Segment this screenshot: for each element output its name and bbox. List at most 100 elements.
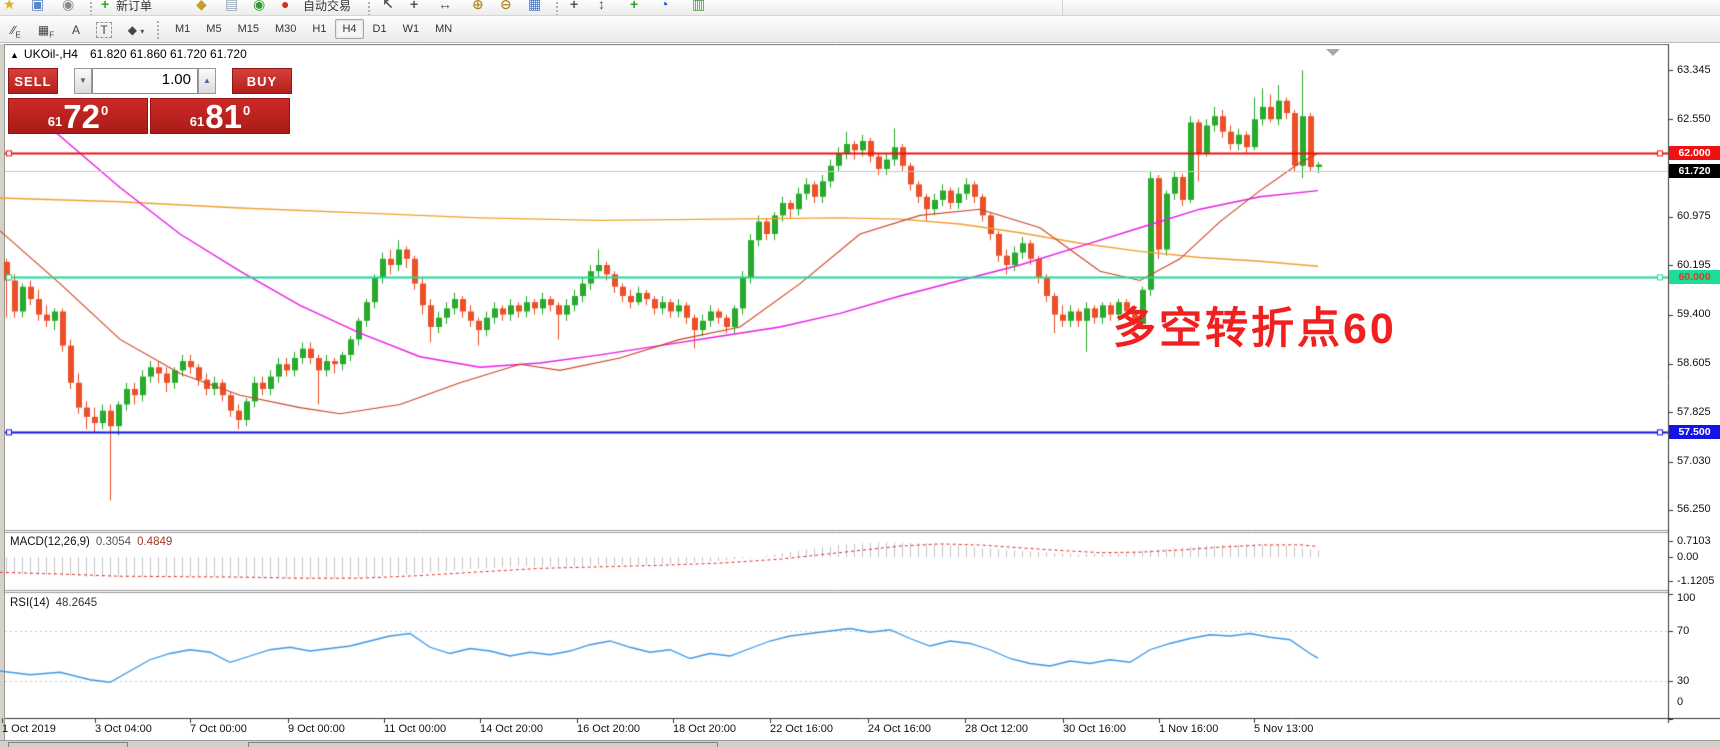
time-tick-label: 1 Oct 2019 [2, 723, 56, 735]
grid-f-tool-icon[interactable]: ▦F [34, 20, 58, 40]
clock-icon[interactable]: ◔ [660, 0, 668, 14]
price-tick: 56.250 [1677, 503, 1711, 515]
autotrading-label: 自动交易 [303, 0, 351, 14]
group-handle[interactable] [90, 2, 93, 16]
price-tick: 58.605 [1677, 357, 1711, 369]
tf-button-m1[interactable]: M1 [168, 19, 197, 39]
volume-down-button[interactable]: ▼ [74, 68, 92, 94]
rsi-value: 48.2645 [56, 597, 98, 609]
toolbar-timeframes: ∕∕E ▦F AT ◆ ▾ M1M5M15M30H1H4D1W1MN [0, 17, 1720, 43]
favorites-star-icon[interactable]: ★ [3, 0, 16, 14]
search-icon[interactable]: ◉ [62, 0, 74, 14]
rsi-tick: 0 [1677, 696, 1683, 708]
bottom-tab[interactable] [248, 742, 718, 747]
new-order-label: 新订单 [116, 0, 152, 14]
price-level-chip: 61.720 [1669, 164, 1720, 178]
shapes-tool-icon[interactable]: ◆ ▾ [124, 20, 148, 40]
chart-annotation-text: 多空转折点60 [1113, 294, 1397, 356]
buy-button[interactable]: BUY [232, 68, 292, 94]
time-tick-label: 30 Oct 16:00 [1063, 723, 1126, 735]
price-tick: 63.345 [1677, 64, 1711, 76]
time-tick-label: 3 Oct 04:00 [95, 723, 152, 735]
bottom-tab-strip [0, 740, 1720, 747]
price-tick: 57.825 [1677, 406, 1711, 418]
time-tick-label: 24 Oct 16:00 [868, 723, 931, 735]
price-tick: 60.195 [1677, 259, 1711, 271]
crosshair-icon[interactable]: + [410, 0, 418, 14]
tf-button-h1[interactable]: H1 [305, 19, 333, 39]
new-window-icon[interactable]: ▣ [31, 0, 44, 14]
tf-button-w1[interactable]: W1 [396, 19, 427, 39]
buy-price-big: 81 [205, 102, 242, 132]
macd-tick: 0.7103 [1677, 535, 1711, 547]
tf-button-m5[interactable]: M5 [199, 19, 228, 39]
sell-price-display[interactable]: 61 72 0 [8, 98, 148, 134]
label-a-tool-icon[interactable]: A [64, 20, 88, 40]
rsi-name: RSI(14) [10, 597, 50, 609]
rsi-tick: 100 [1677, 592, 1695, 604]
macd-value-main: 0.3054 [96, 536, 131, 548]
zoom-out-icon[interactable]: ⊖ [500, 0, 512, 14]
navigator-globe-icon[interactable]: ◉ [253, 0, 265, 14]
alerts-icon[interactable]: ● [281, 0, 289, 14]
time-tick-label: 11 Oct 00:00 [384, 723, 446, 735]
time-tick-label: 14 Oct 20:00 [480, 723, 543, 735]
crosshair-e-tool-icon[interactable]: ∕∕E [4, 20, 28, 40]
volume-input[interactable]: 1.00 [92, 68, 198, 94]
tf-button-m30[interactable]: M30 [268, 19, 303, 39]
toolbar-edge [1062, 0, 1063, 16]
tf-button-d1[interactable]: D1 [366, 19, 394, 39]
rsi-tick: 70 [1677, 625, 1689, 637]
rsi-tick: 30 [1677, 675, 1689, 687]
time-tick-label: 1 Nov 16:00 [1159, 723, 1218, 735]
hline-tool-icon[interactable]: + [570, 0, 578, 14]
collapse-triangle-icon[interactable]: ▲ [10, 50, 19, 60]
tile-windows-icon[interactable]: ▦ [528, 0, 541, 14]
time-tick-label: 5 Nov 13:00 [1254, 723, 1313, 735]
buy-price-display[interactable]: 61 81 0 [150, 98, 290, 134]
sell-price-prefix: 61 [48, 114, 62, 129]
time-tick-label: 9 Oct 00:00 [288, 723, 345, 735]
report-icon[interactable]: ▥ [692, 0, 705, 14]
macd-name: MACD(12,26,9) [10, 536, 90, 548]
chart-title-row: ▲UKOil-,H461.820 61.860 61.720 61.720 [10, 47, 247, 61]
macd-tick: -1.1205 [1677, 575, 1714, 587]
chart-ohlc-values: 61.820 61.860 61.720 61.720 [90, 47, 247, 61]
time-tick-label: 22 Oct 16:00 [770, 723, 833, 735]
macd-value-signal: 0.4849 [137, 536, 172, 548]
sell-button[interactable]: SELL [8, 68, 58, 94]
price-tick: 59.400 [1677, 308, 1711, 320]
group-handle[interactable] [556, 2, 559, 16]
sell-price-sup: 0 [101, 103, 108, 118]
data-window-icon[interactable]: ▤ [225, 0, 238, 14]
new-order-icon[interactable]: + [101, 0, 109, 14]
macd-tick: 0.00 [1677, 551, 1698, 563]
macd-label: MACD(12,26,9) 0.3054 0.4849 [10, 536, 172, 548]
add-indicator-icon[interactable]: + [630, 0, 638, 14]
volume-up-button[interactable]: ▲ [198, 68, 216, 94]
bottom-tab[interactable] [8, 742, 128, 747]
toolbar-top: ★ ▣ ◉ + 新订单 ◆ ▤ ◉ ● 自动交易 ↖ + ↔ ⊕ ⊖ ▦ + ↕ + ◔ ▥ [0, 0, 1720, 16]
chart-shift-marker-icon[interactable] [1326, 49, 1340, 56]
market-watch-icon[interactable]: ◆ [196, 0, 207, 14]
move-icon[interactable]: ↔ [438, 0, 452, 14]
chart-canvas[interactable] [0, 44, 1720, 747]
rsi-label: RSI(14) 48.2645 [10, 597, 97, 609]
vline-tool-icon[interactable]: ↕ [598, 0, 605, 14]
tf-button-h4[interactable]: H4 [335, 19, 363, 39]
time-tick-label: 7 Oct 00:00 [190, 723, 247, 735]
cursor-icon[interactable]: ↖ [382, 0, 394, 14]
sell-price-big: 72 [63, 102, 100, 132]
tf-button-m15[interactable]: M15 [231, 19, 266, 39]
time-tick-label: 16 Oct 20:00 [577, 723, 640, 735]
text-t-tool-icon[interactable]: T [96, 22, 112, 38]
group-handle[interactable] [368, 2, 371, 16]
tf-button-mn[interactable]: MN [428, 19, 459, 39]
zoom-in-icon[interactable]: ⊕ [472, 0, 484, 14]
price-level-chip: 60.000 [1669, 270, 1720, 284]
time-tick-label: 28 Oct 12:00 [965, 723, 1028, 735]
price-level-chip: 62.000 [1669, 146, 1720, 160]
buy-price-prefix: 61 [190, 114, 204, 129]
toolbar-drag-handle[interactable] [157, 21, 159, 39]
buy-price-sup: 0 [243, 103, 250, 118]
